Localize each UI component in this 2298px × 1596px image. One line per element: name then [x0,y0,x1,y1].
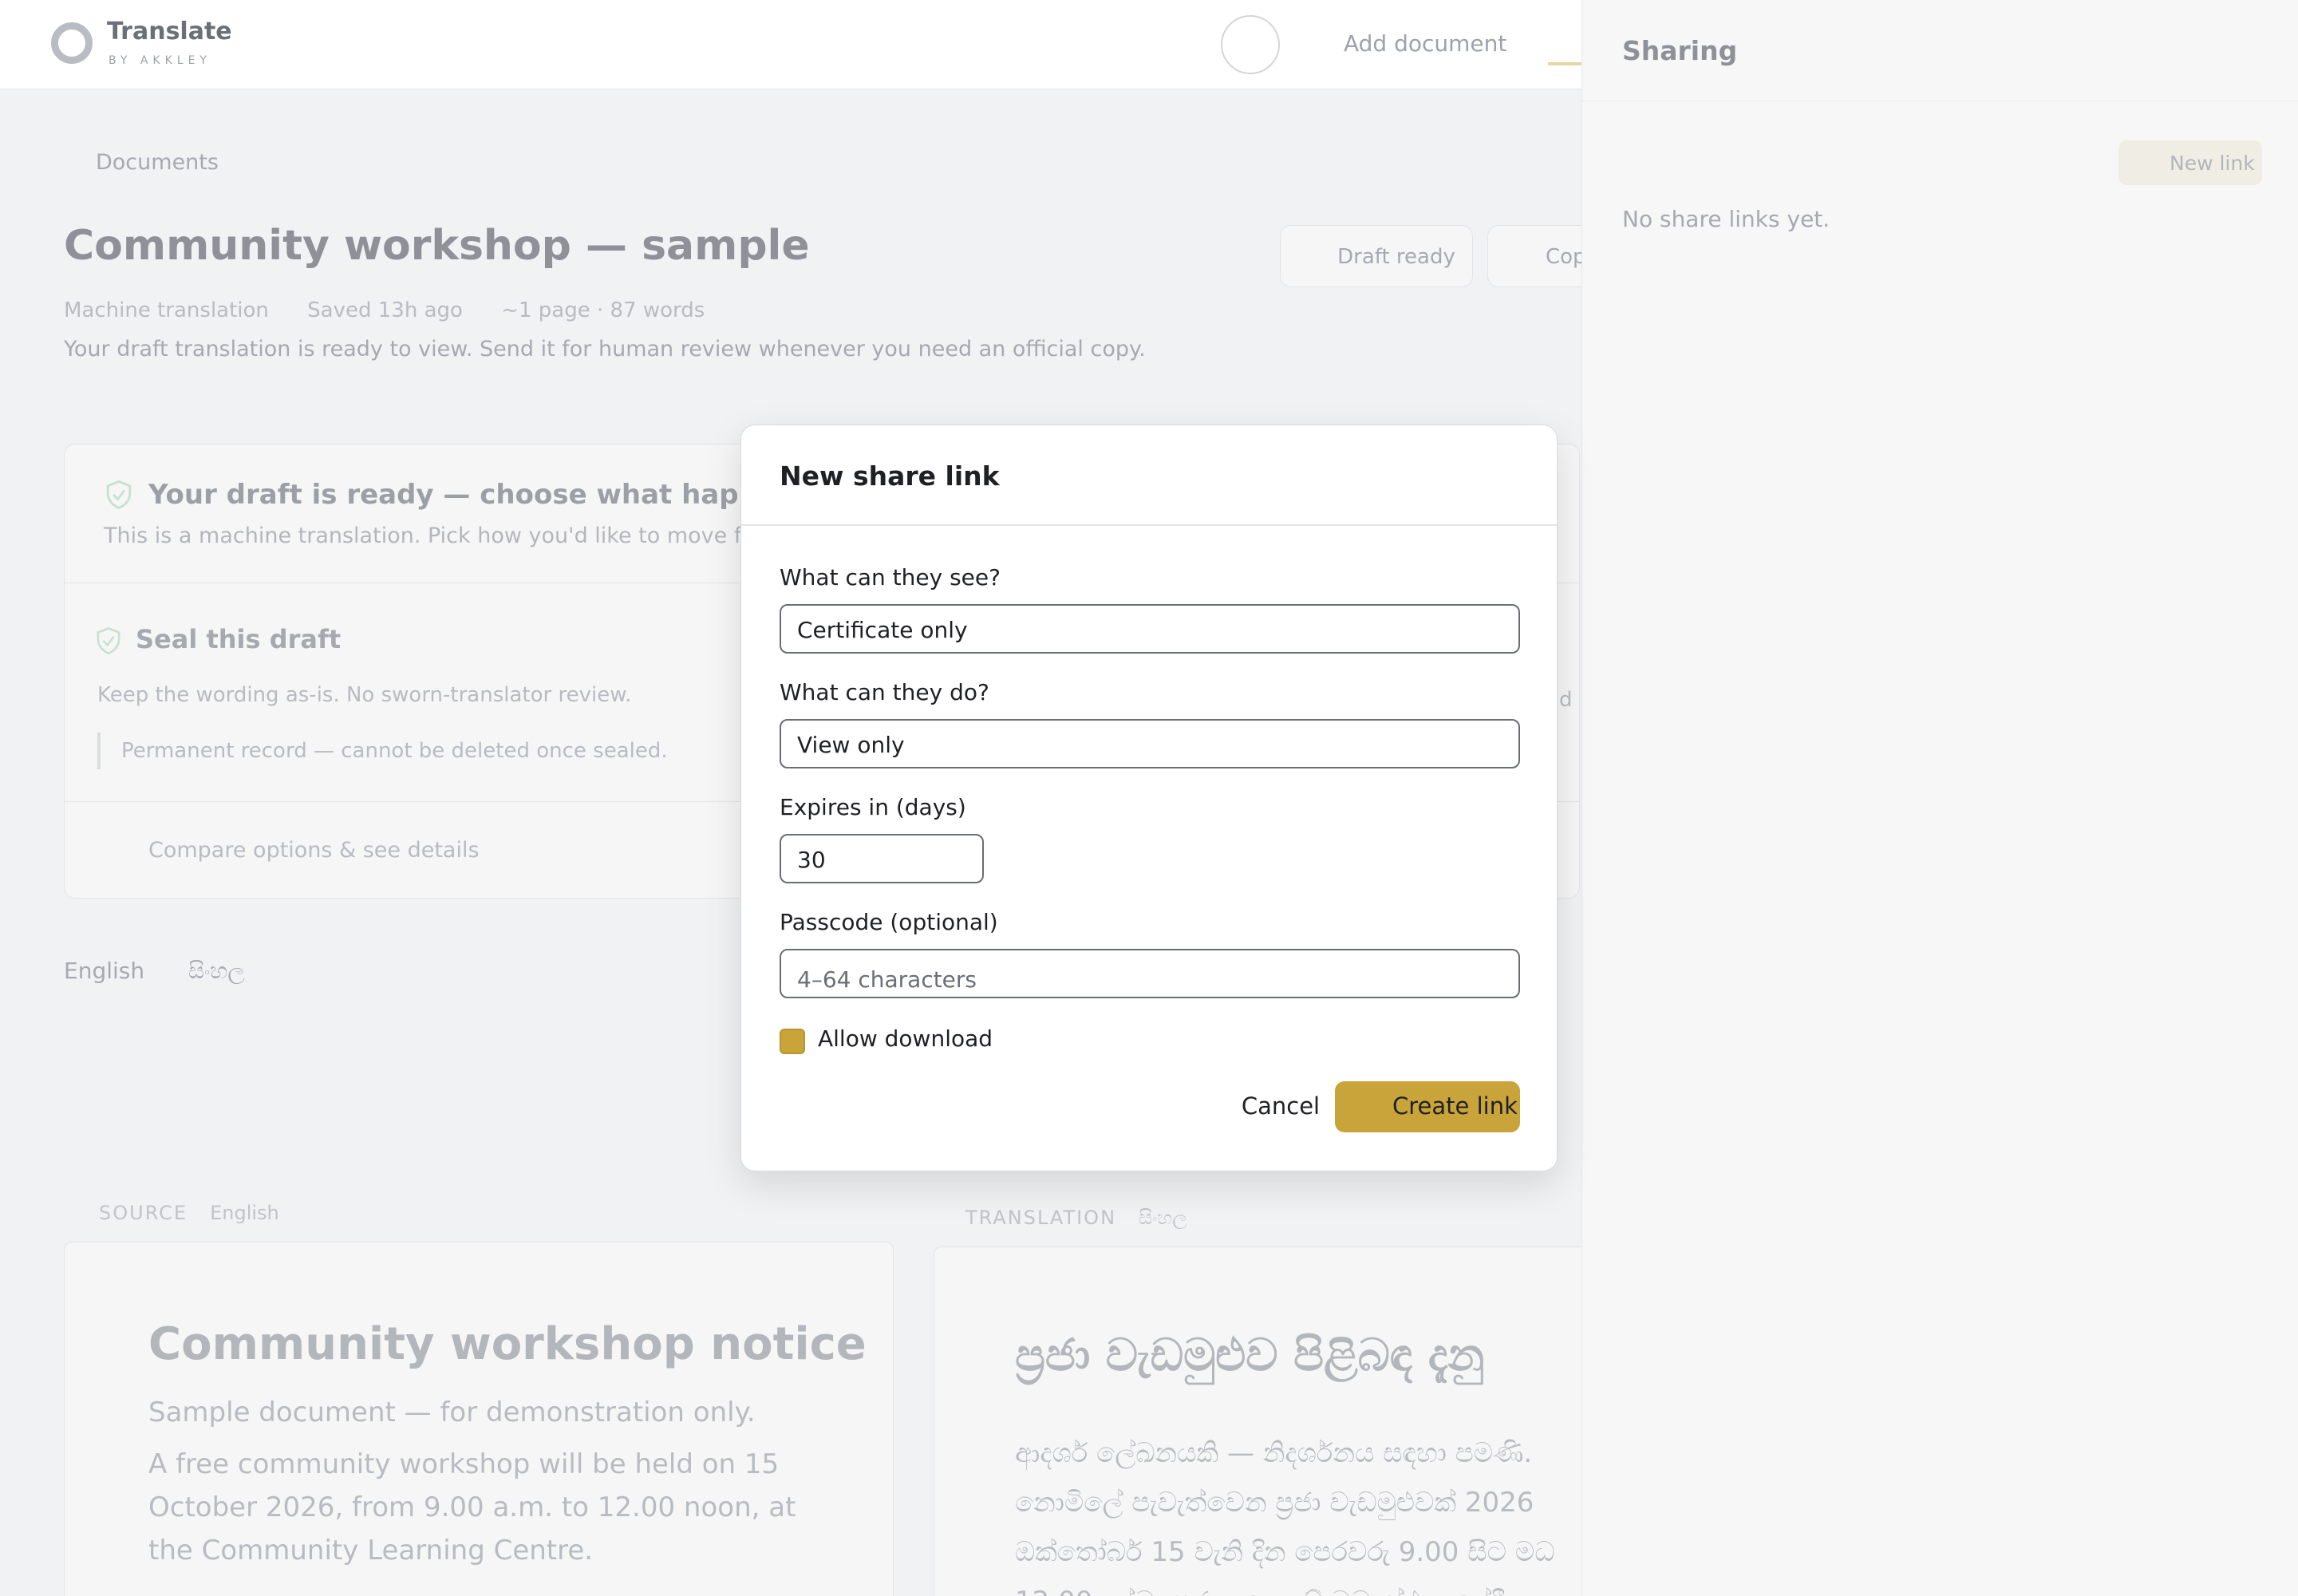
expiry-label: Expires in (days) [780,794,966,820]
dialog-title: New share link [780,460,1000,492]
new-share-link-dialog: New share link What can they see? Certif… [740,425,1558,1171]
compare-options-link[interactable]: Compare options & see details [148,838,480,863]
passcode-input[interactable] [780,949,1520,998]
source-pane-label: SOURCE English [99,1202,279,1224]
tab-english[interactable]: English [64,958,144,984]
status-badge[interactable]: Draft ready [1280,225,1473,287]
source-label: SOURCE [99,1202,188,1224]
tab-sinhala[interactable]: සිංහල [188,958,245,985]
permission-select[interactable]: View only [780,719,1520,768]
visibility-select[interactable]: Certificate only [780,604,1520,654]
translation-label: TRANSLATION [965,1207,1117,1229]
add-document-link[interactable]: Add document [1344,30,1506,57]
document-meta: Machine translation Saved 13h ago ~1 pag… [64,298,736,322]
seal-note: Permanent record — cannot be deleted onc… [97,733,668,769]
logo-icon [51,22,93,64]
meta-saved: Saved 13h ago [307,298,463,322]
source-heading: Community workshop notice [148,1318,867,1370]
dialog-header: New share link [741,425,1557,526]
permission-label: What can they do? [780,679,989,705]
intro-text: Your draft translation is ready to view.… [64,337,1146,361]
avatar[interactable] [1221,15,1280,74]
top-bar: Translate BY AKKLEY Add document [0,0,1581,89]
allow-download-label[interactable]: Allow download [818,1025,993,1052]
translation-heading: ප්‍රජා වැඩමුළුව පිළිබඳ දැනු [1015,1329,1485,1381]
sharing-panel: Sharing New link No share links yet. [1581,0,2298,1596]
seal-title[interactable]: Seal this draft [136,624,341,654]
shield-check-icon [97,627,120,654]
visibility-label: What can they see? [780,564,1001,591]
sharing-panel-header: Sharing [1582,0,2298,101]
empty-state-text: No share links yet. [1622,206,1830,232]
brand-name: Translate [107,18,232,45]
expiry-days-input[interactable]: 30 [780,834,984,883]
seal-description: Keep the wording as-is. No sworn-transla… [97,683,632,707]
translation-language: සිංහල [1139,1207,1187,1229]
meta-size: ~1 page · 87 words [501,298,705,322]
option-text-fragment: d [1559,688,1573,712]
source-language: English [210,1202,279,1224]
meta-type: Machine translation [64,298,269,322]
next-step-subtitle: This is a machine translation. Pick how … [104,523,782,548]
source-body: A free community workshop will be held o… [148,1448,796,1566]
breadcrumb[interactable]: Documents [96,150,219,175]
sharing-panel-title: Sharing [1622,35,1738,66]
translation-body: ආදර්ශ ලේඛනයකි — නිදර්ශනය සඳහා පමණි. නොමි… [1015,1437,1555,1596]
create-link-button[interactable]: Create link [1335,1081,1520,1132]
brand-subtitle: BY AKKLEY [109,54,211,67]
translation-pane-label: TRANSLATION සිංහල [965,1207,1187,1229]
active-tab-indicator [1548,62,1581,65]
shield-icon [106,480,132,509]
source-subheading: Sample document — for demonstration only… [148,1396,756,1428]
allow-download-checkbox[interactable] [780,1029,805,1054]
new-link-button[interactable]: New link [2118,140,2262,185]
page-title: Community workshop — sample [64,222,810,270]
cancel-button[interactable]: Cancel [1220,1081,1341,1131]
page: Translate BY AKKLEY Add document Documen… [0,0,2298,1596]
passcode-label: Passcode (optional) [780,909,998,935]
